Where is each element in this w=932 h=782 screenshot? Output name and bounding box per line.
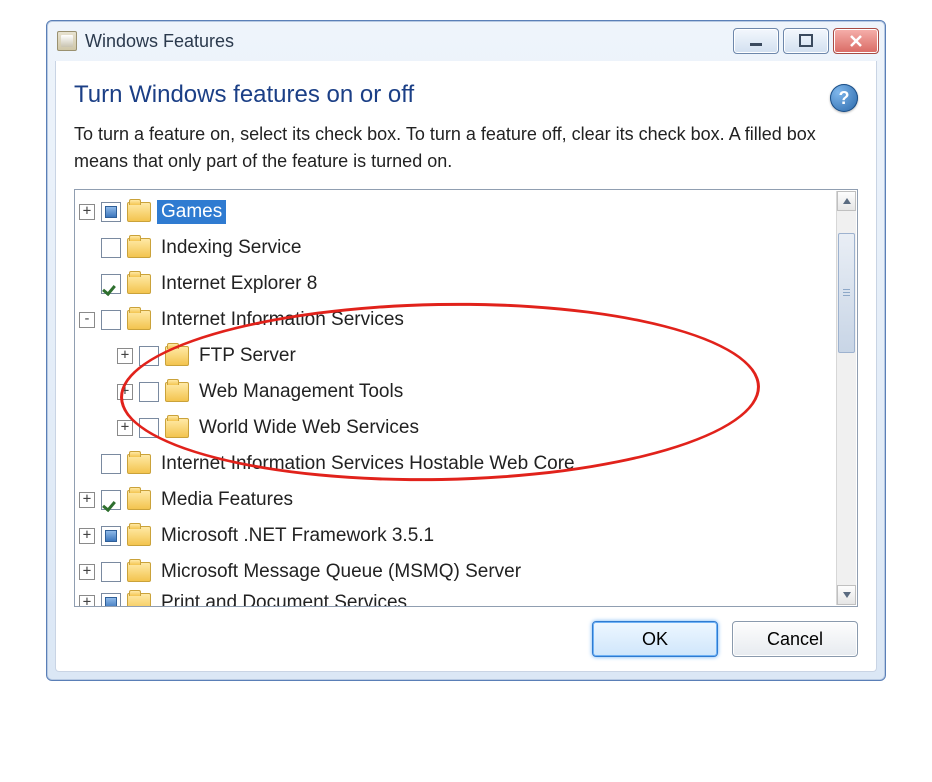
- page-description: To turn a feature on, select its check b…: [74, 121, 858, 175]
- tree-item-label[interactable]: Internet Information Services: [157, 308, 408, 332]
- checkbox[interactable]: [101, 310, 121, 330]
- folder-icon: [127, 238, 151, 258]
- close-button[interactable]: [833, 28, 879, 54]
- tree-item[interactable]: + Microsoft .NET Framework 3.5.1: [79, 518, 835, 554]
- tree-item[interactable]: + World Wide Web Services: [117, 410, 835, 446]
- folder-icon: [165, 346, 189, 366]
- tree-item-label[interactable]: Microsoft .NET Framework 3.5.1: [157, 524, 438, 548]
- expand-icon[interactable]: +: [79, 564, 95, 580]
- minimize-button[interactable]: [733, 28, 779, 54]
- expand-icon[interactable]: +: [117, 348, 133, 364]
- tree-item[interactable]: Indexing Service: [79, 230, 835, 266]
- checkbox[interactable]: [101, 454, 121, 474]
- folder-icon: [127, 310, 151, 330]
- window-title: Windows Features: [85, 31, 234, 52]
- tree-item[interactable]: + Games: [79, 194, 835, 230]
- toggle-spacer: [79, 276, 95, 292]
- scroll-track[interactable]: [837, 211, 856, 585]
- checkbox[interactable]: [139, 382, 159, 402]
- page-heading: Turn Windows features on or off: [74, 81, 830, 109]
- collapse-icon[interactable]: -: [79, 312, 95, 328]
- folder-icon: [127, 593, 151, 607]
- folder-icon: [127, 526, 151, 546]
- checkbox[interactable]: [101, 238, 121, 258]
- tree-item[interactable]: - Internet Information Services: [79, 302, 835, 338]
- tree-item-label[interactable]: Games: [157, 200, 226, 224]
- folder-icon: [127, 274, 151, 294]
- tree-item-label[interactable]: Indexing Service: [157, 236, 305, 260]
- folder-icon: [127, 202, 151, 222]
- tree-item-label[interactable]: Microsoft Message Queue (MSMQ) Server: [157, 560, 525, 584]
- folder-icon: [127, 562, 151, 582]
- features-tree[interactable]: + Games Indexing Service Internet Explorer …: [74, 189, 858, 607]
- folder-icon: [127, 490, 151, 510]
- cancel-button[interactable]: Cancel: [732, 621, 858, 657]
- maximize-button[interactable]: [783, 28, 829, 54]
- tree-item-label[interactable]: Web Management Tools: [195, 380, 407, 404]
- checkbox[interactable]: [101, 593, 121, 607]
- tree-item-label[interactable]: Internet Explorer 8: [157, 272, 321, 296]
- app-icon: [57, 31, 77, 51]
- tree-item-label[interactable]: Print and Document Services: [157, 591, 411, 607]
- expand-icon[interactable]: +: [79, 595, 95, 607]
- checkbox[interactable]: [101, 562, 121, 582]
- tree-item[interactable]: + Print and Document Services: [79, 590, 835, 607]
- scroll-thumb[interactable]: [838, 233, 855, 353]
- folder-icon: [127, 454, 151, 474]
- tree-item[interactable]: Internet Explorer 8: [79, 266, 835, 302]
- client-area: Turn Windows features on or off ? To tur…: [55, 61, 877, 672]
- ok-button[interactable]: OK: [592, 621, 718, 657]
- scrollbar-vertical[interactable]: [836, 191, 856, 605]
- dialog-button-row: OK Cancel: [74, 621, 858, 657]
- tree-item-label[interactable]: Media Features: [157, 488, 297, 512]
- checkbox[interactable]: [139, 346, 159, 366]
- tree-item-label[interactable]: World Wide Web Services: [195, 416, 423, 440]
- scroll-down-button[interactable]: [837, 585, 856, 605]
- expand-icon[interactable]: +: [117, 420, 133, 436]
- windows-features-dialog: Windows Features Turn Windows features o…: [46, 20, 886, 681]
- checkbox[interactable]: [101, 202, 121, 222]
- titlebar[interactable]: Windows Features: [47, 21, 885, 61]
- scroll-up-button[interactable]: [837, 191, 856, 211]
- tree-item[interactable]: + Web Management Tools: [117, 374, 835, 410]
- expand-icon[interactable]: +: [79, 528, 95, 544]
- tree-item-label[interactable]: FTP Server: [195, 344, 300, 368]
- expand-icon[interactable]: +: [79, 204, 95, 220]
- tree-item[interactable]: Internet Information Services Hostable W…: [79, 446, 835, 482]
- folder-icon: [165, 382, 189, 402]
- folder-icon: [165, 418, 189, 438]
- expand-icon[interactable]: +: [79, 492, 95, 508]
- expand-icon[interactable]: +: [117, 384, 133, 400]
- toggle-spacer: [79, 456, 95, 472]
- tree-item[interactable]: + Microsoft Message Queue (MSMQ) Server: [79, 554, 835, 590]
- toggle-spacer: [79, 240, 95, 256]
- tree-item-label[interactable]: Internet Information Services Hostable W…: [157, 452, 579, 476]
- checkbox[interactable]: [101, 526, 121, 546]
- checkbox[interactable]: [101, 490, 121, 510]
- tree-item[interactable]: + FTP Server: [117, 338, 835, 374]
- tree-item[interactable]: + Media Features: [79, 482, 835, 518]
- checkbox[interactable]: [101, 274, 121, 294]
- help-icon[interactable]: ?: [830, 84, 858, 112]
- checkbox[interactable]: [139, 418, 159, 438]
